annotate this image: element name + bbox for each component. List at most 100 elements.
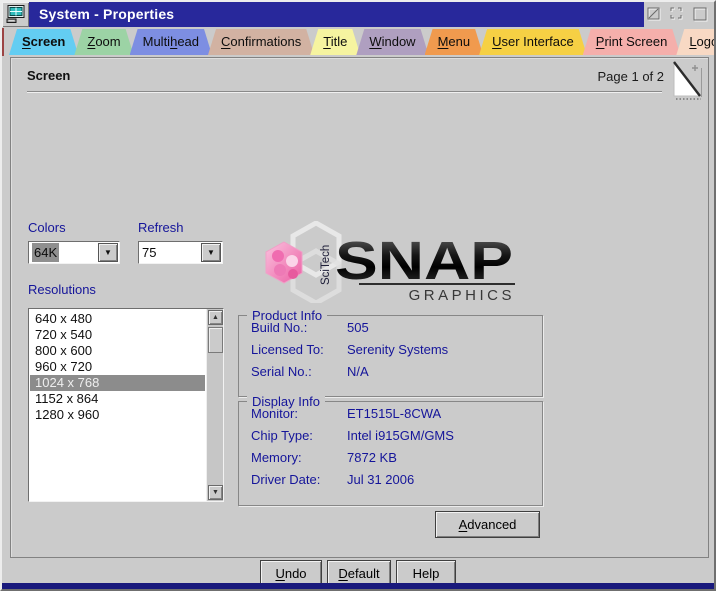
tab-menu[interactable]: Menu	[425, 29, 484, 55]
info-row: Memory: 7872 KB	[239, 446, 542, 468]
hide-icon	[647, 7, 662, 22]
tab-confirmations[interactable]: Confirmations	[208, 29, 314, 55]
info-row-label: Memory:	[239, 450, 347, 465]
tab-label-mnemonic: L	[689, 34, 696, 49]
info-row: Chip Type: Intel i915GM/GMS	[239, 424, 542, 446]
scroll-down-button[interactable]: ▼	[208, 485, 223, 500]
info-row-value: Jul 31 2006	[347, 472, 414, 487]
refresh-value: 75	[142, 244, 156, 261]
system-icon	[6, 5, 26, 24]
button-label-post: dvanced	[467, 517, 516, 532]
window-controls	[644, 2, 714, 27]
tab-label-post: rint Screen	[604, 34, 667, 49]
desktop-bottom-artifact	[2, 583, 714, 589]
dropdown-arrow-icon: ▼	[104, 248, 112, 257]
resolution-item[interactable]: 1280 x 960	[30, 407, 205, 423]
minimize-button[interactable]	[669, 7, 686, 23]
page-turn-corner[interactable]	[673, 60, 703, 107]
info-row-value: 7872 KB	[347, 450, 397, 465]
colors-combobox[interactable]: 64K ▼	[28, 241, 120, 264]
resolution-item[interactable]: 640 x 480	[30, 311, 205, 327]
tab-multihead[interactable]: Multihead	[130, 29, 212, 55]
system-properties-window: System - Properties	[0, 0, 716, 591]
notebook-page: Screen Page 1 of 2 Colors 64K ▼ Refresh …	[10, 57, 709, 558]
info-row-label: Driver Date:	[239, 472, 347, 487]
tab-label-mnemonic: C	[221, 34, 230, 49]
logo-snap-text: SNAP	[335, 231, 513, 291]
logo-scitech-text: SciTech	[320, 245, 332, 285]
refresh-combobox[interactable]: 75 ▼	[138, 241, 223, 264]
product-info-title: Product Info	[247, 308, 327, 323]
tab-label-mnemonic: S	[22, 34, 31, 49]
hide-button[interactable]	[646, 7, 663, 23]
scroll-down-icon: ▼	[212, 489, 219, 496]
tab-label-pre: Multi	[143, 34, 170, 49]
tab-label-post: oom	[95, 34, 120, 49]
tab-screen[interactable]: Screen	[9, 29, 78, 55]
refresh-label: Refresh	[138, 220, 184, 235]
tab-label-post: ser Interface	[502, 34, 574, 49]
tab-window[interactable]: Window	[356, 29, 428, 55]
page-turn-icon	[673, 60, 703, 102]
info-row-value: ET1515L-8CWA	[347, 406, 441, 421]
dropdown-arrow-icon: ▼	[207, 248, 215, 257]
tab-print-screen[interactable]: Print Screen	[583, 29, 681, 55]
minimize-icon	[670, 7, 685, 22]
snap-graphics-logo: SciTech SNAP GRAPHICS	[263, 221, 543, 308]
tab-user-interface[interactable]: User Interface	[479, 29, 587, 55]
button-label-mnemonic: A	[459, 517, 468, 532]
resolution-item[interactable]: 1152 x 864	[30, 391, 205, 407]
info-row: Serial No.: N/A	[239, 360, 542, 382]
page-title: Screen	[27, 68, 70, 83]
maximize-button[interactable]	[692, 7, 709, 23]
resolution-item[interactable]: 800 x 600	[30, 343, 205, 359]
resolutions-listbox: 640 x 480 720 x 540 800 x 600 960 x 720 …	[28, 308, 224, 502]
scrollbar-thumb[interactable]	[208, 327, 223, 353]
title-row: System - Properties	[2, 2, 714, 27]
tab-label-mnemonic: T	[323, 34, 330, 49]
resolution-item-selected[interactable]: 1024 x 768	[30, 375, 205, 391]
scroll-up-button[interactable]: ▲	[208, 310, 223, 325]
colors-dropdown-button[interactable]: ▼	[98, 243, 118, 262]
info-row-value: Serenity Systems	[347, 342, 448, 357]
button-label-post: ndo	[285, 566, 307, 581]
window-title: System - Properties	[39, 6, 174, 22]
tab-label-post: ead	[177, 34, 199, 49]
notebook-tabs: Screen Zoom Multihead Confirmations Titl…	[9, 29, 716, 55]
colors-label: Colors	[28, 220, 66, 235]
info-row-label: Chip Type:	[239, 428, 347, 443]
resolutions-scrollbar[interactable]: ▲ ▼	[206, 309, 223, 501]
tab-label-post: enu	[448, 34, 470, 49]
resolution-item[interactable]: 960 x 720	[30, 359, 205, 375]
info-row: Licensed To: Serenity Systems	[239, 338, 542, 360]
display-info-title: Display Info	[247, 394, 325, 409]
tab-zoom[interactable]: Zoom	[74, 29, 133, 55]
info-row-value: 505	[347, 320, 369, 335]
resolution-item[interactable]: 720 x 540	[30, 327, 205, 343]
system-menu-button[interactable]	[2, 2, 29, 27]
info-row: Driver Date: Jul 31 2006	[239, 468, 542, 490]
maximize-icon	[693, 7, 708, 22]
product-info-group: Product Info Build No.: 505 Licensed To:…	[238, 315, 543, 397]
tab-label-mnemonic: M	[438, 34, 449, 49]
desktop-edge-artifact	[2, 28, 4, 56]
logo-graphics-text: GRAPHICS	[409, 287, 515, 303]
refresh-dropdown-button[interactable]: ▼	[201, 243, 221, 262]
resolutions-label: Resolutions	[28, 282, 96, 297]
tab-title[interactable]: Title	[310, 29, 360, 55]
title-bar[interactable]: System - Properties	[29, 2, 644, 27]
tab-label-post: onfirmations	[230, 34, 301, 49]
scroll-up-icon: ▲	[212, 314, 219, 321]
tab-label-post: indow	[382, 34, 416, 49]
button-label-post: efault	[348, 566, 380, 581]
snap-logo-graphic: SciTech SNAP GRAPHICS	[263, 221, 543, 303]
tab-label-post: itle	[331, 34, 348, 49]
button-label-pre: Help	[413, 566, 440, 581]
button-label-mnemonic: U	[275, 566, 284, 581]
info-row-value: Intel i915GM/GMS	[347, 428, 454, 443]
tab-label-post: ogo	[697, 34, 716, 49]
tab-label-mnemonic: U	[492, 34, 501, 49]
tab-logo[interactable]: Logo	[676, 29, 716, 55]
advanced-button[interactable]: Advanced	[435, 511, 540, 538]
display-info-group: Display Info Monitor: ET1515L-8CWA Chip …	[238, 401, 543, 506]
